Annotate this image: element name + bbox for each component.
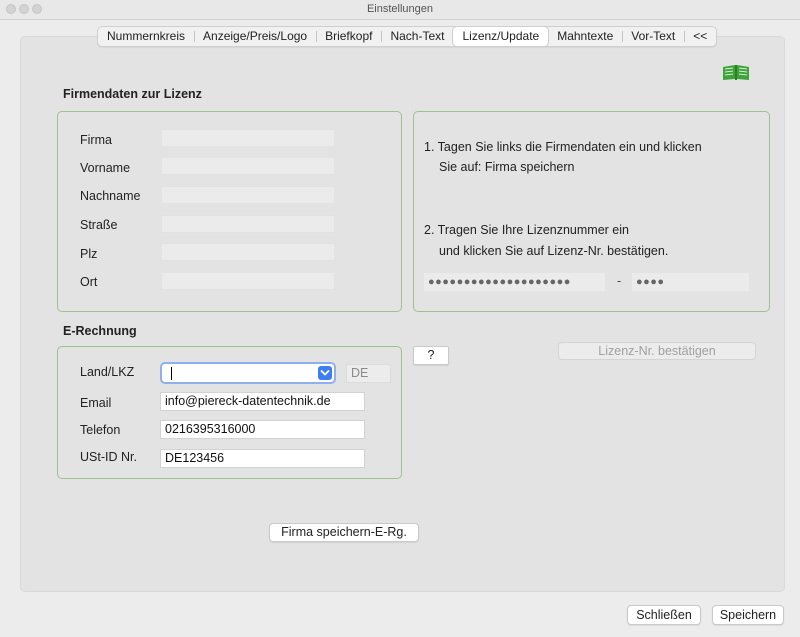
close-button[interactable]: Schließen xyxy=(627,605,701,625)
help-button[interactable]: ? xyxy=(413,346,449,365)
tab-nummernkreis[interactable]: Nummernkreis xyxy=(98,27,194,46)
save-company-erechnung-button[interactable]: Firma speichern-E-Rg. xyxy=(269,523,419,542)
tab-briefkopf[interactable]: Briefkopf xyxy=(316,27,381,46)
confirm-license-button[interactable]: Lizenz-Nr. bestätigen xyxy=(558,342,756,360)
company-data-box: Firma Vorname Nachname Straße Plz Ort xyxy=(57,111,402,312)
vat-input[interactable]: DE123456 xyxy=(160,449,365,468)
step2-line2: und klicken Sie auf Lizenz-Nr. bestätige… xyxy=(439,244,669,258)
vorname-input[interactable] xyxy=(161,157,335,175)
nachname-input[interactable] xyxy=(161,186,335,204)
chevron-down-icon[interactable] xyxy=(318,366,332,380)
tab-anzeige-preis-logo[interactable]: Anzeige/Preis/Logo xyxy=(194,27,316,46)
firma-input[interactable] xyxy=(161,129,335,147)
phone-label: Telefon xyxy=(80,423,121,437)
tab-mahntexte[interactable]: Mahntexte xyxy=(548,27,622,46)
email-label: Email xyxy=(80,396,112,410)
step1-line2: Sie auf: Firma speichern xyxy=(439,160,575,174)
license-instructions-box: 1. Tagen Sie links die Firmendaten ein u… xyxy=(413,111,770,312)
ort-label: Ort xyxy=(80,275,98,289)
plz-input[interactable] xyxy=(161,243,335,261)
tab-vor-text[interactable]: Vor-Text xyxy=(622,27,684,46)
strasse-input[interactable] xyxy=(161,215,335,233)
license-number-input[interactable]: ●●●●●●●●●●●●●●●●●●●● xyxy=(424,273,605,291)
step2-line1: 2. Tragen Sie Ihre Lizenznummer ein xyxy=(424,223,629,237)
window-titlebar: Einstellungen xyxy=(0,0,800,20)
text-cursor xyxy=(171,367,172,380)
ort-input[interactable] xyxy=(161,272,335,290)
license-separator: - xyxy=(617,274,622,288)
firma-label: Firma xyxy=(80,133,112,147)
email-input[interactable]: info@piereck-datentechnik.de xyxy=(160,392,365,411)
erechnung-section-title: E-Rechnung xyxy=(63,324,137,338)
tab-collapse[interactable]: << xyxy=(684,27,716,46)
land-label: Land/LKZ xyxy=(80,365,135,379)
phone-input[interactable]: 0216395316000 xyxy=(160,420,365,439)
country-select[interactable] xyxy=(160,362,336,384)
window-title: Einstellungen xyxy=(366,3,434,15)
vorname-label: Vorname xyxy=(80,161,131,175)
tab-lizenz-update[interactable]: Lizenz/Update xyxy=(453,27,549,46)
save-button[interactable]: Speichern xyxy=(712,605,784,625)
nachname-label: Nachname xyxy=(80,189,141,203)
vat-label: USt-ID Nr. xyxy=(80,450,137,464)
tab-nach-text[interactable]: Nach-Text xyxy=(381,27,453,46)
license-suffix-input[interactable]: ●●●● xyxy=(632,273,749,291)
step1-line1: 1. Tagen Sie links die Firmendaten ein u… xyxy=(424,140,702,154)
tab-bar: Nummernkreis Anzeige/Preis/Logo Briefkop… xyxy=(97,26,718,47)
strasse-label: Straße xyxy=(80,218,118,232)
license-section-title: Firmendaten zur Lizenz xyxy=(63,87,202,101)
country-code-field: DE xyxy=(346,364,391,383)
book-icon[interactable] xyxy=(722,64,750,81)
plz-label: Plz xyxy=(80,247,98,261)
